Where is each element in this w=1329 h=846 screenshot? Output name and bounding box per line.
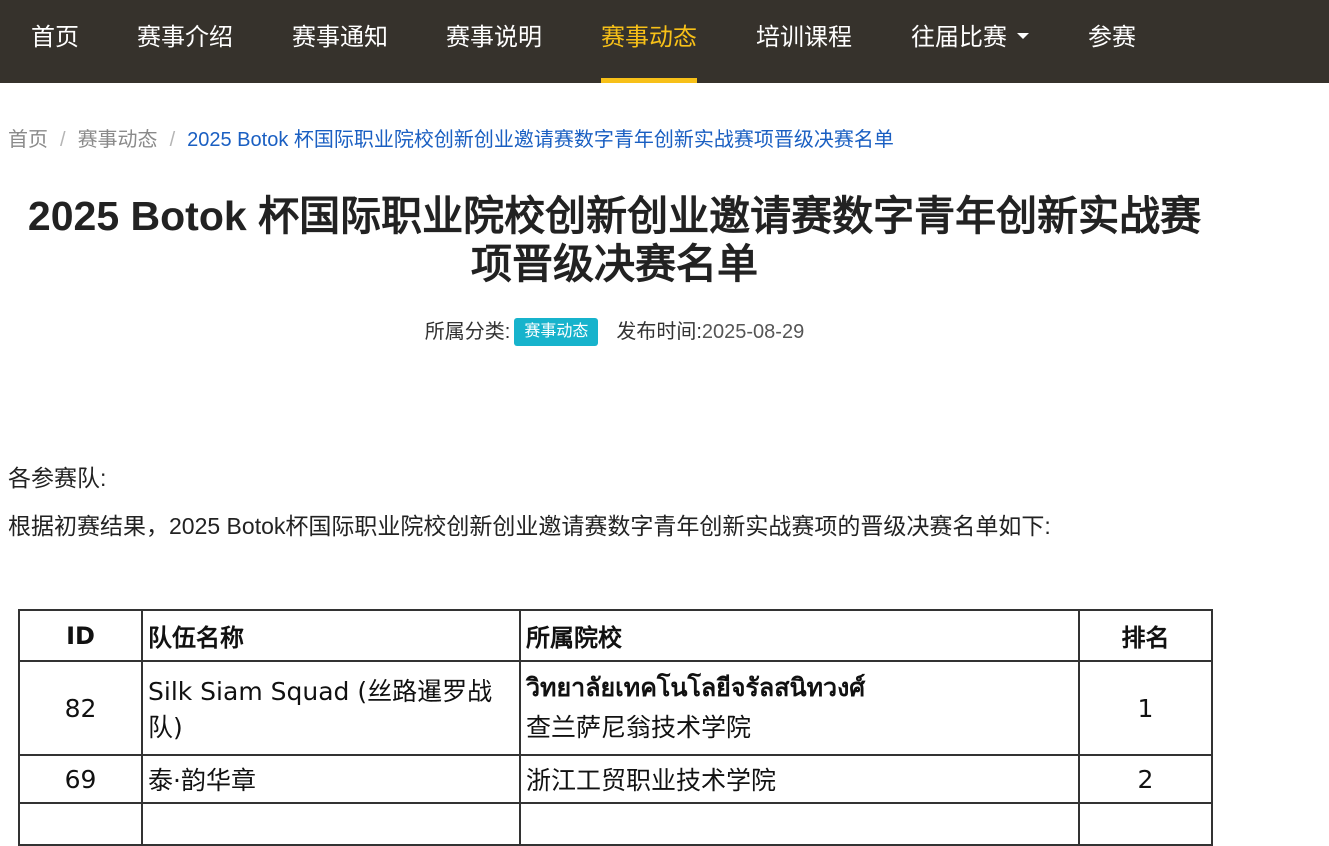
category-badge[interactable]: 赛事动态 bbox=[514, 318, 599, 346]
publish-date: 2025-08-29 bbox=[701, 321, 805, 343]
cell-rank bbox=[1078, 802, 1213, 846]
cell-school: วิทยาลัยเทคโนโลยีจรัลสนิทวงศ์ 查兰萨尼翁技术学院 bbox=[519, 660, 1080, 756]
page-title-line-2: 项晋级决赛名单 bbox=[471, 241, 758, 287]
nav-item-courses[interactable]: 培训课程 bbox=[756, 0, 852, 83]
nav-item-news[interactable]: 赛事动态 bbox=[601, 0, 697, 83]
nav-item-past-label: 往届比赛 bbox=[911, 24, 1007, 51]
nav-item-instructions[interactable]: 赛事说明 bbox=[446, 0, 542, 83]
school-name-thai: วิทยาลัยเทคโนโลยีจรัลสนิทวงศ์ bbox=[526, 673, 866, 702]
nav-item-past-competitions[interactable]: 往届比赛 bbox=[911, 0, 1029, 83]
breadcrumb-home[interactable]: 首页 bbox=[8, 129, 48, 151]
school-name-chinese: 查兰萨尼翁技术学院 bbox=[526, 713, 752, 742]
article-meta: 所属分类: 赛事动态 发布时间:2025-08-29 bbox=[0, 318, 1229, 346]
breadcrumb: 首页 / 赛事动态 / 2025 Botok 杯国际职业院校创新创业邀请赛数字青年创新实… bbox=[8, 127, 894, 153]
cell-rank: 2 bbox=[1078, 754, 1213, 804]
breadcrumb-current: 2025 Botok 杯国际职业院校创新创业邀请赛数字青年创新实战赛项晋级决赛名… bbox=[187, 129, 894, 151]
table-row: 82 Silk Siam Squad (丝路暹罗战队) วิทยาลัยเทคโ… bbox=[18, 660, 1213, 756]
top-navbar: 首页 赛事介绍 赛事通知 赛事说明 赛事动态 培训课程 往届比赛 参赛 bbox=[0, 0, 1329, 83]
cell-rank: 1 bbox=[1078, 660, 1213, 756]
nav-item-introduction[interactable]: 赛事介绍 bbox=[137, 0, 233, 83]
table-header-row: ID 队伍名称 所属院校 排名 bbox=[18, 609, 1213, 662]
breadcrumb-separator: / bbox=[60, 129, 66, 151]
cell-id: 82 bbox=[18, 660, 143, 756]
cell-id bbox=[18, 802, 143, 846]
cell-school: 浙江工贸职业技术学院 bbox=[519, 754, 1080, 804]
nav-item-home[interactable]: 首页 bbox=[31, 0, 79, 83]
active-tab-indicator bbox=[601, 78, 697, 83]
cell-team: 泰·韵华章 bbox=[141, 754, 521, 804]
table-row: 69 泰·韵华章 浙江工贸职业技术学院 2 bbox=[18, 754, 1213, 804]
page-title-line-1: 2025 Botok 杯国际职业院校创新创业邀请赛数字青年创新实战赛 bbox=[27, 193, 1202, 239]
column-header-id: ID bbox=[18, 609, 143, 662]
page-title: 2025 Botok 杯国际职业院校创新创业邀请赛数字青年创新实战赛 项晋级决赛… bbox=[0, 192, 1229, 288]
table-row bbox=[18, 802, 1213, 846]
breadcrumb-separator: / bbox=[169, 129, 176, 151]
column-header-team: 队伍名称 bbox=[141, 609, 521, 662]
date-label: 发布时间: bbox=[616, 321, 702, 343]
cell-team bbox=[141, 802, 521, 846]
intro-text: 根据初赛结果，2025 Botok杯国际职业院校创新创业邀请赛数字青年创新实战赛… bbox=[8, 513, 1051, 539]
nav-item-register[interactable]: 参赛 bbox=[1088, 0, 1136, 83]
cell-school bbox=[519, 802, 1080, 846]
column-header-school: 所属院校 bbox=[519, 609, 1080, 662]
results-table: ID 队伍名称 所属院校 排名 82 Silk Siam Squad (丝路暹罗… bbox=[18, 609, 1213, 846]
nav-item-notices[interactable]: 赛事通知 bbox=[292, 0, 388, 83]
breadcrumb-section[interactable]: 赛事动态 bbox=[78, 129, 158, 151]
column-header-rank: 排名 bbox=[1078, 609, 1213, 662]
cell-team: Silk Siam Squad (丝路暹罗战队) bbox=[141, 660, 521, 756]
nav-item-news-label: 赛事动态 bbox=[601, 24, 697, 51]
category-label: 所属分类: bbox=[424, 321, 511, 343]
greeting-text: 各参赛队: bbox=[8, 465, 107, 491]
cell-id: 69 bbox=[18, 754, 143, 804]
chevron-down-icon bbox=[1017, 32, 1029, 39]
